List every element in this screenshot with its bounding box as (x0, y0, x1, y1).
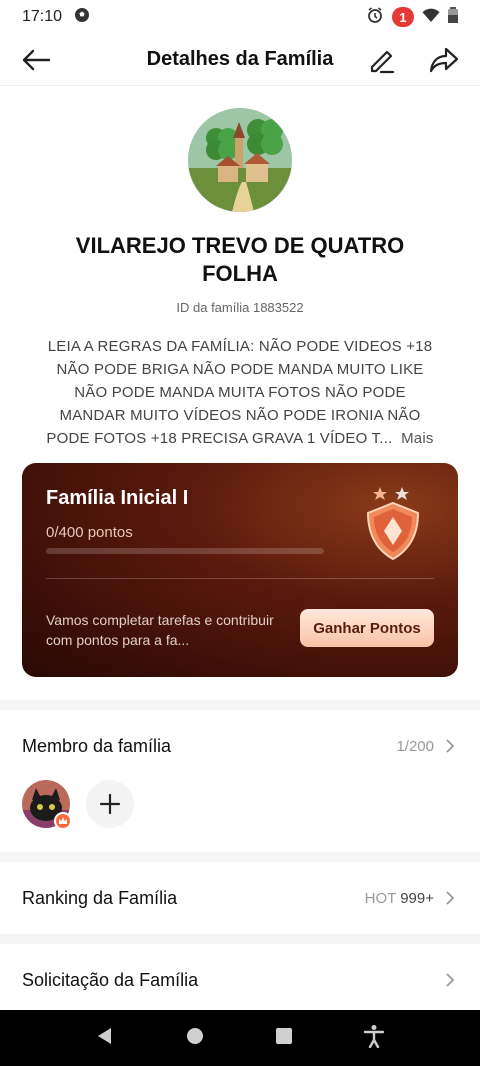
share-arrow-icon (429, 47, 459, 72)
circle-home-icon (187, 1027, 203, 1044)
level-shield-badge-icon (358, 479, 428, 563)
edit-button[interactable] (364, 42, 400, 78)
members-list (22, 780, 134, 830)
more-link[interactable]: Mais (401, 430, 433, 447)
request-label: Solicitação da Família (22, 969, 199, 990)
level-progress-bar (46, 548, 324, 554)
nav-home-button[interactable] (185, 1026, 205, 1051)
accessibility-button[interactable] (363, 1024, 385, 1053)
back-button[interactable] (18, 42, 54, 78)
family-description: LEIA A REGRAS DA FAMÍLIA: NÃO PODE VIDEO… (44, 335, 436, 450)
member-avatar[interactable] (22, 780, 72, 830)
triangle-back-icon (98, 1027, 111, 1044)
section-divider (0, 852, 480, 862)
pencil-icon (370, 50, 395, 73)
section-divider (0, 934, 480, 944)
app-header: Detalhes da Família (0, 34, 480, 86)
hot-label: HOT (364, 889, 397, 907)
status-bar: 17:10 1 (0, 0, 480, 34)
battery-icon (448, 6, 458, 28)
hot-value: 999+ (400, 889, 434, 907)
level-points: 0/400 pontos (46, 524, 133, 541)
members-label: Membro da família (22, 735, 172, 756)
owner-crown-icon (54, 812, 72, 830)
ranking-label: Ranking da Família (22, 887, 178, 908)
members-count: 1/200 (396, 737, 434, 755)
members-row[interactable]: Membro da família 1/200 (0, 728, 480, 764)
level-hint: Vamos completar tarefas e contribuir com… (46, 612, 274, 648)
family-description-text: LEIA A REGRAS DA FAMÍLIA: NÃO PODE VIDEO… (46, 338, 433, 447)
ranking-hot: HOT 999+ (365, 890, 434, 907)
plus-icon (99, 793, 121, 815)
share-button[interactable] (426, 42, 462, 78)
chevron-right-icon (446, 891, 455, 905)
family-profile: VILAREJO TREVO DE QUATRO FOLHA ID da fam… (0, 86, 480, 450)
family-name: VILAREJO TREVO DE QUATRO FOLHA (75, 233, 405, 286)
level-title: Família Inicial I (46, 487, 189, 509)
request-row[interactable]: Solicitação da Família (0, 944, 480, 1016)
notification-badge: 1 (392, 7, 414, 27)
accessibility-icon (363, 1024, 385, 1048)
soccer-ball-icon (74, 7, 90, 28)
nav-back-button[interactable] (95, 1026, 115, 1051)
system-nav-bar (0, 1010, 480, 1066)
alarm-icon (366, 6, 384, 29)
add-member-button[interactable] (86, 780, 134, 828)
family-avatar[interactable] (188, 108, 292, 212)
earn-points-button[interactable]: Ganhar Pontos (300, 609, 434, 647)
nav-recents-button[interactable] (275, 1027, 293, 1050)
level-divider (46, 578, 434, 579)
family-id: ID da família 1883522 (176, 300, 304, 315)
back-arrow-icon (22, 49, 51, 70)
chevron-right-icon (446, 739, 455, 753)
family-level-card: Família Inicial I 0/400 pontos Vamos com… (22, 463, 458, 677)
section-divider (0, 700, 480, 710)
status-time: 17:10 (22, 8, 63, 25)
chevron-right-icon (446, 973, 455, 987)
clover-village-image (188, 108, 292, 212)
square-recents-icon (276, 1027, 292, 1044)
ranking-row[interactable]: Ranking da Família HOT 999+ (0, 862, 480, 934)
wifi-icon (422, 7, 440, 28)
